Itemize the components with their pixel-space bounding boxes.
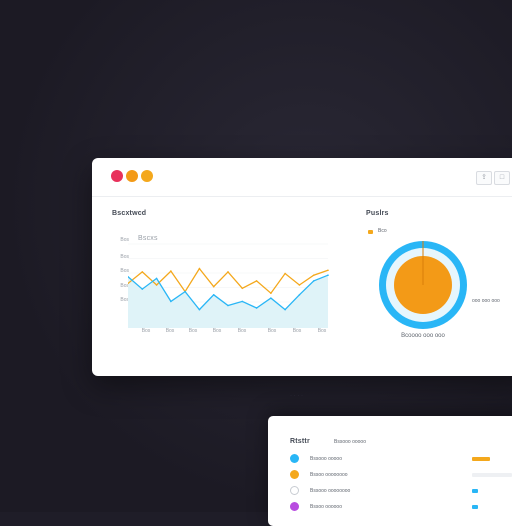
alert-icon	[290, 470, 299, 479]
data-point	[198, 308, 201, 311]
list-card-subtitle: Bssooo ooooo	[334, 439, 366, 445]
data-point	[255, 307, 258, 309]
donut-legend-label: Bco	[378, 228, 387, 234]
chart-panel-title: Bscxtwcd	[112, 210, 147, 217]
line-chart	[128, 243, 329, 328]
data-point	[212, 285, 215, 288]
data-point	[298, 284, 301, 286]
legend-swatch	[368, 230, 373, 234]
list-card: Rtsttr Bssooo ooooo Bssooo ooooo Bssoo o…	[268, 416, 512, 526]
data-point	[312, 274, 315, 276]
share-icon[interactable]: ⇪	[476, 171, 492, 185]
data-point	[284, 272, 286, 275]
y-tick-label: Bos	[120, 254, 129, 260]
list-item-label: Bssoo oooooooo	[310, 472, 348, 478]
data-point	[141, 271, 144, 273]
data-point	[155, 284, 158, 286]
data-point	[170, 270, 172, 272]
donut-chart	[379, 241, 467, 329]
list-item-label: Bssooo ooooo	[310, 456, 342, 462]
window-titlebar: ⇪ □	[92, 158, 512, 197]
list-item-label: Bssoo oooooo	[310, 504, 342, 510]
list-item-bar	[472, 457, 490, 461]
info-icon	[290, 454, 299, 463]
y-tick-label: Bos	[120, 237, 129, 243]
data-point	[227, 271, 229, 273]
data-point	[227, 304, 229, 307]
data-point	[212, 294, 215, 296]
list-item-label: Bssooo oooooooo	[310, 488, 351, 494]
minimize-button[interactable]	[126, 170, 138, 182]
expand-icon[interactable]: □	[494, 171, 510, 185]
data-point	[284, 308, 286, 311]
donut-panel-title: Puslrs	[366, 210, 389, 217]
list-card-title: Rtsttr	[290, 438, 310, 445]
data-point	[327, 269, 329, 272]
data-point	[255, 280, 258, 282]
background-ghost-text: · · · ·	[290, 393, 303, 399]
maximize-button[interactable]	[141, 170, 153, 182]
user-icon	[290, 486, 299, 495]
donut-caption: Bcoooo ooo ooo	[401, 333, 445, 339]
data-point	[170, 300, 172, 303]
tag-icon	[290, 502, 299, 511]
data-point	[298, 294, 301, 296]
y-tick-label: Bos	[120, 283, 129, 289]
close-button[interactable]	[111, 170, 123, 182]
donut-side-label: ooo ooo ooo	[472, 298, 500, 304]
data-point	[312, 280, 315, 282]
data-point	[270, 292, 272, 294]
data-point	[184, 290, 186, 293]
list-item-bar	[472, 489, 478, 493]
data-point	[241, 300, 244, 303]
data-point	[198, 267, 201, 270]
list-item-bar	[472, 473, 512, 477]
y-tick-label: Bos	[120, 268, 129, 274]
data-point	[141, 288, 144, 290]
y-tick-label: Bos	[120, 297, 129, 303]
data-point	[327, 274, 329, 276]
data-point	[155, 277, 158, 280]
data-point	[270, 297, 272, 299]
list-item-bar	[472, 505, 478, 509]
data-point	[241, 287, 244, 290]
